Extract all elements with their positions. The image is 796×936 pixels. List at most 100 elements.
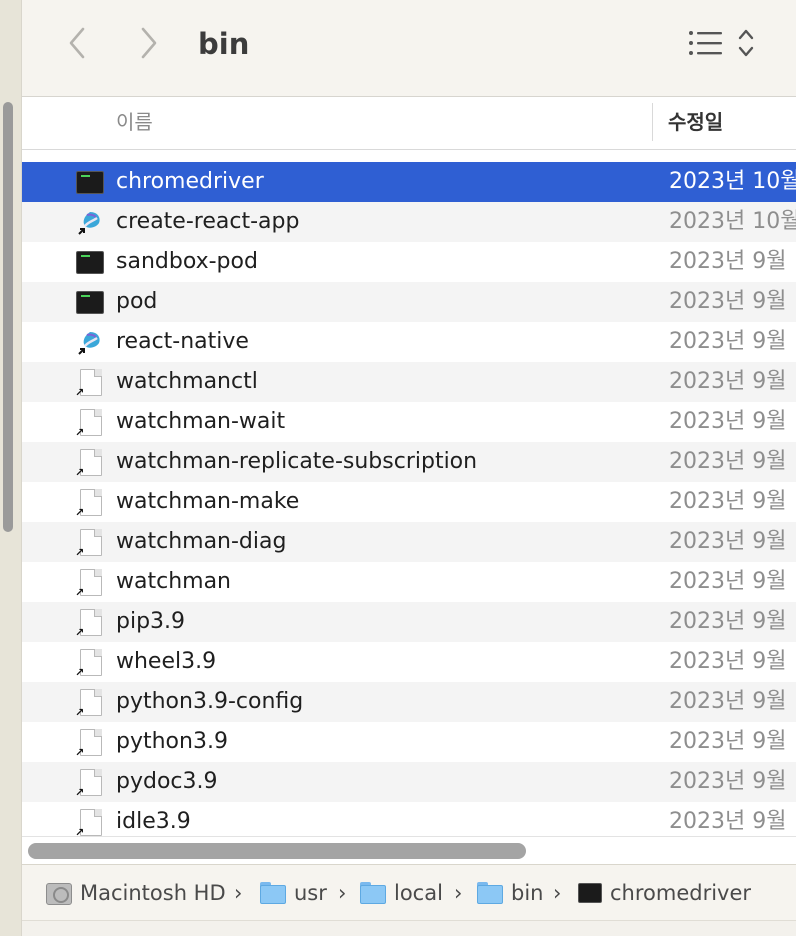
file-name: pod xyxy=(116,289,158,314)
file-modified-date: 2023년 9월 xyxy=(669,609,787,634)
file-name: create-react-app xyxy=(116,209,300,234)
file-modified-date: 2023년 9월 xyxy=(669,689,787,714)
file-name: sandbox-pod xyxy=(116,249,258,274)
file-row[interactable]: ↗ watchman-make 2023년 9월 xyxy=(22,482,796,522)
list-view-icon xyxy=(689,31,722,55)
back-button[interactable] xyxy=(60,24,94,62)
sidebar-scrollbar[interactable] xyxy=(3,102,13,532)
file-row[interactable]: ↗ watchmanctl 2023년 9월 xyxy=(22,362,796,402)
path-item-macintosh-hd[interactable]: Macintosh HD xyxy=(46,879,226,907)
column-divider[interactable] xyxy=(652,103,653,141)
scrollbar-thumb[interactable] xyxy=(28,843,526,859)
terminal-icon xyxy=(578,883,602,903)
chevron-up-down-icon xyxy=(738,29,754,57)
path-item-bin[interactable]: bin xyxy=(477,879,543,907)
column-header: 이름 수정일 xyxy=(22,97,796,150)
path-bar: Macintosh HD › usr › local › bin › chrom… xyxy=(22,864,796,920)
file-row[interactable]: ↗ watchman-wait 2023년 9월 xyxy=(22,402,796,442)
toolbar: bin xyxy=(22,0,796,97)
react-alias-icon xyxy=(76,329,104,356)
file-modified-date: 2023년 9월 xyxy=(669,449,787,474)
view-options-button[interactable] xyxy=(736,26,756,60)
react-alias-icon xyxy=(76,209,104,236)
file-row[interactable]: sandbox-pod 2023년 9월 xyxy=(22,242,796,282)
file-name: watchman-make xyxy=(116,489,300,514)
alias-doc-icon: ↗ xyxy=(75,489,104,518)
view-mode-button[interactable] xyxy=(688,28,724,58)
alias-doc-icon: ↗ xyxy=(75,729,104,758)
file-modified-date: 2023년 9월 xyxy=(669,409,787,434)
file-row[interactable]: ↗ watchman 2023년 9월 xyxy=(22,562,796,602)
file-modified-date: 2023년 9월 xyxy=(669,249,787,274)
alias-doc-icon: ↗ xyxy=(75,809,104,836)
path-separator: › xyxy=(553,881,562,905)
alias-doc-icon: ↗ xyxy=(75,609,104,638)
file-row[interactable]: ↗ watchman-diag 2023년 9월 xyxy=(22,522,796,562)
window-bottom-edge xyxy=(22,920,796,936)
column-modified-header[interactable]: 수정일 xyxy=(668,109,723,135)
forward-button[interactable] xyxy=(132,24,166,62)
file-name: watchmanctl xyxy=(116,369,258,394)
file-name: watchman-replicate-subscription xyxy=(116,449,478,474)
path-item-local[interactable]: local xyxy=(360,879,443,907)
file-modified-date: 2023년 9월 xyxy=(669,329,787,354)
file-row[interactable]: ↗ watchman-replicate-subscription 2023년 9월 xyxy=(22,442,796,482)
folder-icon xyxy=(360,882,386,904)
file-name: watchman-diag xyxy=(116,529,287,554)
alias-doc-icon: ↗ xyxy=(75,409,104,438)
file-modified-date: 2023년 10월 xyxy=(669,209,796,234)
folder-icon xyxy=(260,882,286,904)
file-modified-date: 2023년 9월 xyxy=(669,529,787,554)
path-label: Macintosh HD xyxy=(80,881,226,905)
file-name: python3.9 xyxy=(116,729,228,754)
chevron-left-icon xyxy=(69,27,85,59)
chevron-right-icon xyxy=(141,27,157,59)
file-name: idle3.9 xyxy=(116,809,191,834)
file-list: chromedriver 2023년 10월 create-react-app 202… xyxy=(22,150,796,836)
alias-doc-icon: ↗ xyxy=(75,689,104,718)
file-row[interactable]: chromedriver 2023년 10월 xyxy=(22,162,796,202)
path-separator: › xyxy=(234,881,243,905)
file-modified-date: 2023년 10월 xyxy=(669,169,796,194)
path-item-chromedriver[interactable]: chromedriver xyxy=(578,879,751,907)
alias-doc-icon: ↗ xyxy=(75,369,104,398)
file-row[interactable]: ↗ python3.9 2023년 9월 xyxy=(22,722,796,762)
file-modified-date: 2023년 9월 xyxy=(669,769,787,794)
file-row[interactable]: ↗ wheel3.9 2023년 9월 xyxy=(22,642,796,682)
path-separator: › xyxy=(454,881,463,905)
terminal-icon xyxy=(76,289,104,316)
file-row[interactable]: pod 2023년 9월 xyxy=(22,282,796,322)
column-name-header[interactable]: 이름 xyxy=(116,109,153,135)
path-label: usr xyxy=(294,881,327,905)
path-label: bin xyxy=(511,881,544,905)
path-separator: › xyxy=(338,881,347,905)
file-row[interactable]: ↗ python3.9-config 2023년 9월 xyxy=(22,682,796,722)
file-name: pip3.9 xyxy=(116,609,186,634)
path-label: local xyxy=(394,881,443,905)
file-row[interactable]: ↗ idle3.9 2023년 9월 xyxy=(22,802,796,836)
file-row[interactable]: ↗ pip3.9 2023년 9월 xyxy=(22,602,796,642)
file-row[interactable]: create-react-app 2023년 10월 xyxy=(22,202,796,242)
alias-doc-icon: ↗ xyxy=(75,649,104,678)
path-label: chromedriver xyxy=(610,881,752,905)
alias-doc-icon: ↗ xyxy=(75,569,104,598)
terminal-icon xyxy=(76,169,104,196)
horizontal-scrollbar xyxy=(22,836,796,864)
file-name: wheel3.9 xyxy=(116,649,217,674)
file-modified-date: 2023년 9월 xyxy=(669,569,787,594)
sidebar-edge xyxy=(0,0,22,936)
file-name: watchman xyxy=(116,569,231,594)
file-modified-date: 2023년 9월 xyxy=(669,489,787,514)
terminal-icon xyxy=(76,249,104,276)
alias-doc-icon: ↗ xyxy=(75,449,104,478)
file-name: chromedriver xyxy=(116,169,264,194)
file-modified-date: 2023년 9월 xyxy=(669,369,787,394)
file-modified-date: 2023년 9월 xyxy=(669,289,787,314)
file-name: watchman-wait xyxy=(116,409,286,434)
finder-window: bin 이름 수정일 chromedriver 2023년 10월 create-r… xyxy=(0,0,796,936)
alias-doc-icon: ↗ xyxy=(75,529,104,558)
file-row[interactable]: react-native 2023년 9월 xyxy=(22,322,796,362)
hard-drive-icon xyxy=(46,881,72,905)
path-item-usr[interactable]: usr xyxy=(260,879,327,907)
file-row[interactable]: ↗ pydoc3.9 2023년 9월 xyxy=(22,762,796,802)
